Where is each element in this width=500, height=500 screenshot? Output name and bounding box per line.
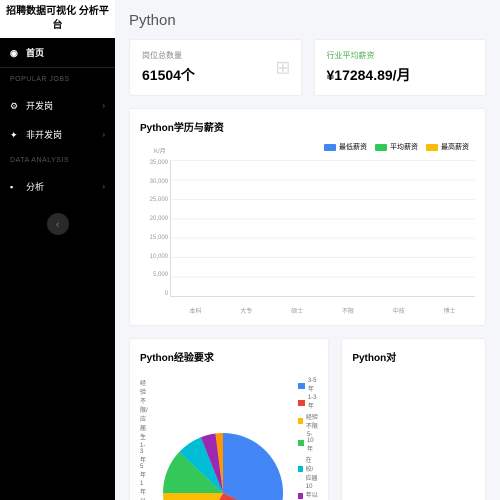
- panel-title: Python对: [352, 349, 475, 364]
- yaxis: 35,00030,00025,00020,00015,00010,0005,00…: [140, 160, 168, 297]
- collapse-sidebar-button[interactable]: ‹: [47, 213, 69, 235]
- stat-label: 岗位总数量: [142, 50, 289, 61]
- bar-chart: K/月 最低薪资平均薪资最高薪资 35,00030,00025,00020,00…: [140, 140, 475, 315]
- nav-home[interactable]: ◉ 首页: [0, 38, 115, 68]
- dashboard-icon: ◉: [10, 48, 20, 58]
- chevron-right-icon: ›: [102, 130, 105, 139]
- nav-dev-jobs[interactable]: ⚙ 开发岗 ›: [0, 91, 115, 120]
- panel-education-salary: Python学历与薪资 K/月 最低薪资平均薪资最高薪资 35,00030,00…: [129, 108, 486, 326]
- stats-row: 岗位总数量 61504个 ⊞ 行业平均薪资 ¥17284.89/月: [129, 39, 486, 96]
- chevron-right-icon: ›: [102, 101, 105, 110]
- nav-item-label: 非开发岗: [26, 128, 62, 141]
- pie-legend-left: 经验不限/应届生1-3年5年1年以下10年以上在校/应届应届生: [140, 370, 148, 500]
- panel-title: Python学历与薪资: [140, 119, 475, 134]
- panel-experience: Python经验要求 经验不限/应届生1-3年5年1年以下10年以上在校/应届应…: [129, 338, 329, 500]
- chart-legend: 最低薪资平均薪资最高薪资: [324, 142, 469, 152]
- app-logo: 招聘数据可视化 分析平台: [0, 0, 115, 38]
- pie-slice: [163, 493, 223, 500]
- pie-chart: [158, 370, 288, 500]
- nav-home-label: 首页: [26, 46, 44, 59]
- nav-item-label: 分析: [26, 180, 44, 193]
- gear-icon: ⚙: [10, 101, 20, 111]
- pie-slice: [223, 433, 283, 500]
- stat-label: 行业平均薪资: [327, 50, 474, 61]
- share-icon: ✦: [10, 130, 20, 140]
- nav-analysis[interactable]: ▪ 分析 ›: [0, 172, 115, 201]
- stat-card-total: 岗位总数量 61504个 ⊞: [129, 39, 302, 96]
- xaxis: 本科大专硕士不限中技博士: [170, 306, 475, 315]
- sidebar: 招聘数据可视化 分析平台 ◉ 首页 POPULAR JOBS ⚙ 开发岗 › ✦…: [0, 0, 115, 500]
- pie-legend-right: 3-5年1-3年经验不限5-10年在校/应届10年以上应届生: [298, 370, 319, 500]
- stat-value: 61504个: [142, 65, 289, 85]
- section-popular-jobs: POPULAR JOBS: [0, 68, 115, 91]
- folder-icon: ▪: [10, 182, 20, 192]
- grid-icon: ⊞: [275, 57, 290, 78]
- nav-item-label: 开发岗: [26, 99, 53, 112]
- page-title: Python: [129, 12, 486, 29]
- panel-side: Python对: [341, 338, 486, 500]
- yaxis-label: K/月: [154, 146, 166, 155]
- stat-value: ¥17284.89/月: [327, 65, 474, 85]
- bars-container: [170, 160, 475, 297]
- chevron-right-icon: ›: [102, 182, 105, 191]
- chevron-left-icon: ‹: [56, 219, 59, 229]
- section-data-analysis: DATA ANALYSIS: [0, 149, 115, 172]
- nav-nondev-jobs[interactable]: ✦ 非开发岗 ›: [0, 120, 115, 149]
- stat-card-salary: 行业平均薪资 ¥17284.89/月: [314, 39, 487, 96]
- main-content: Python 岗位总数量 61504个 ⊞ 行业平均薪资 ¥17284.89/月…: [115, 0, 500, 500]
- panel-title: Python经验要求: [140, 349, 318, 364]
